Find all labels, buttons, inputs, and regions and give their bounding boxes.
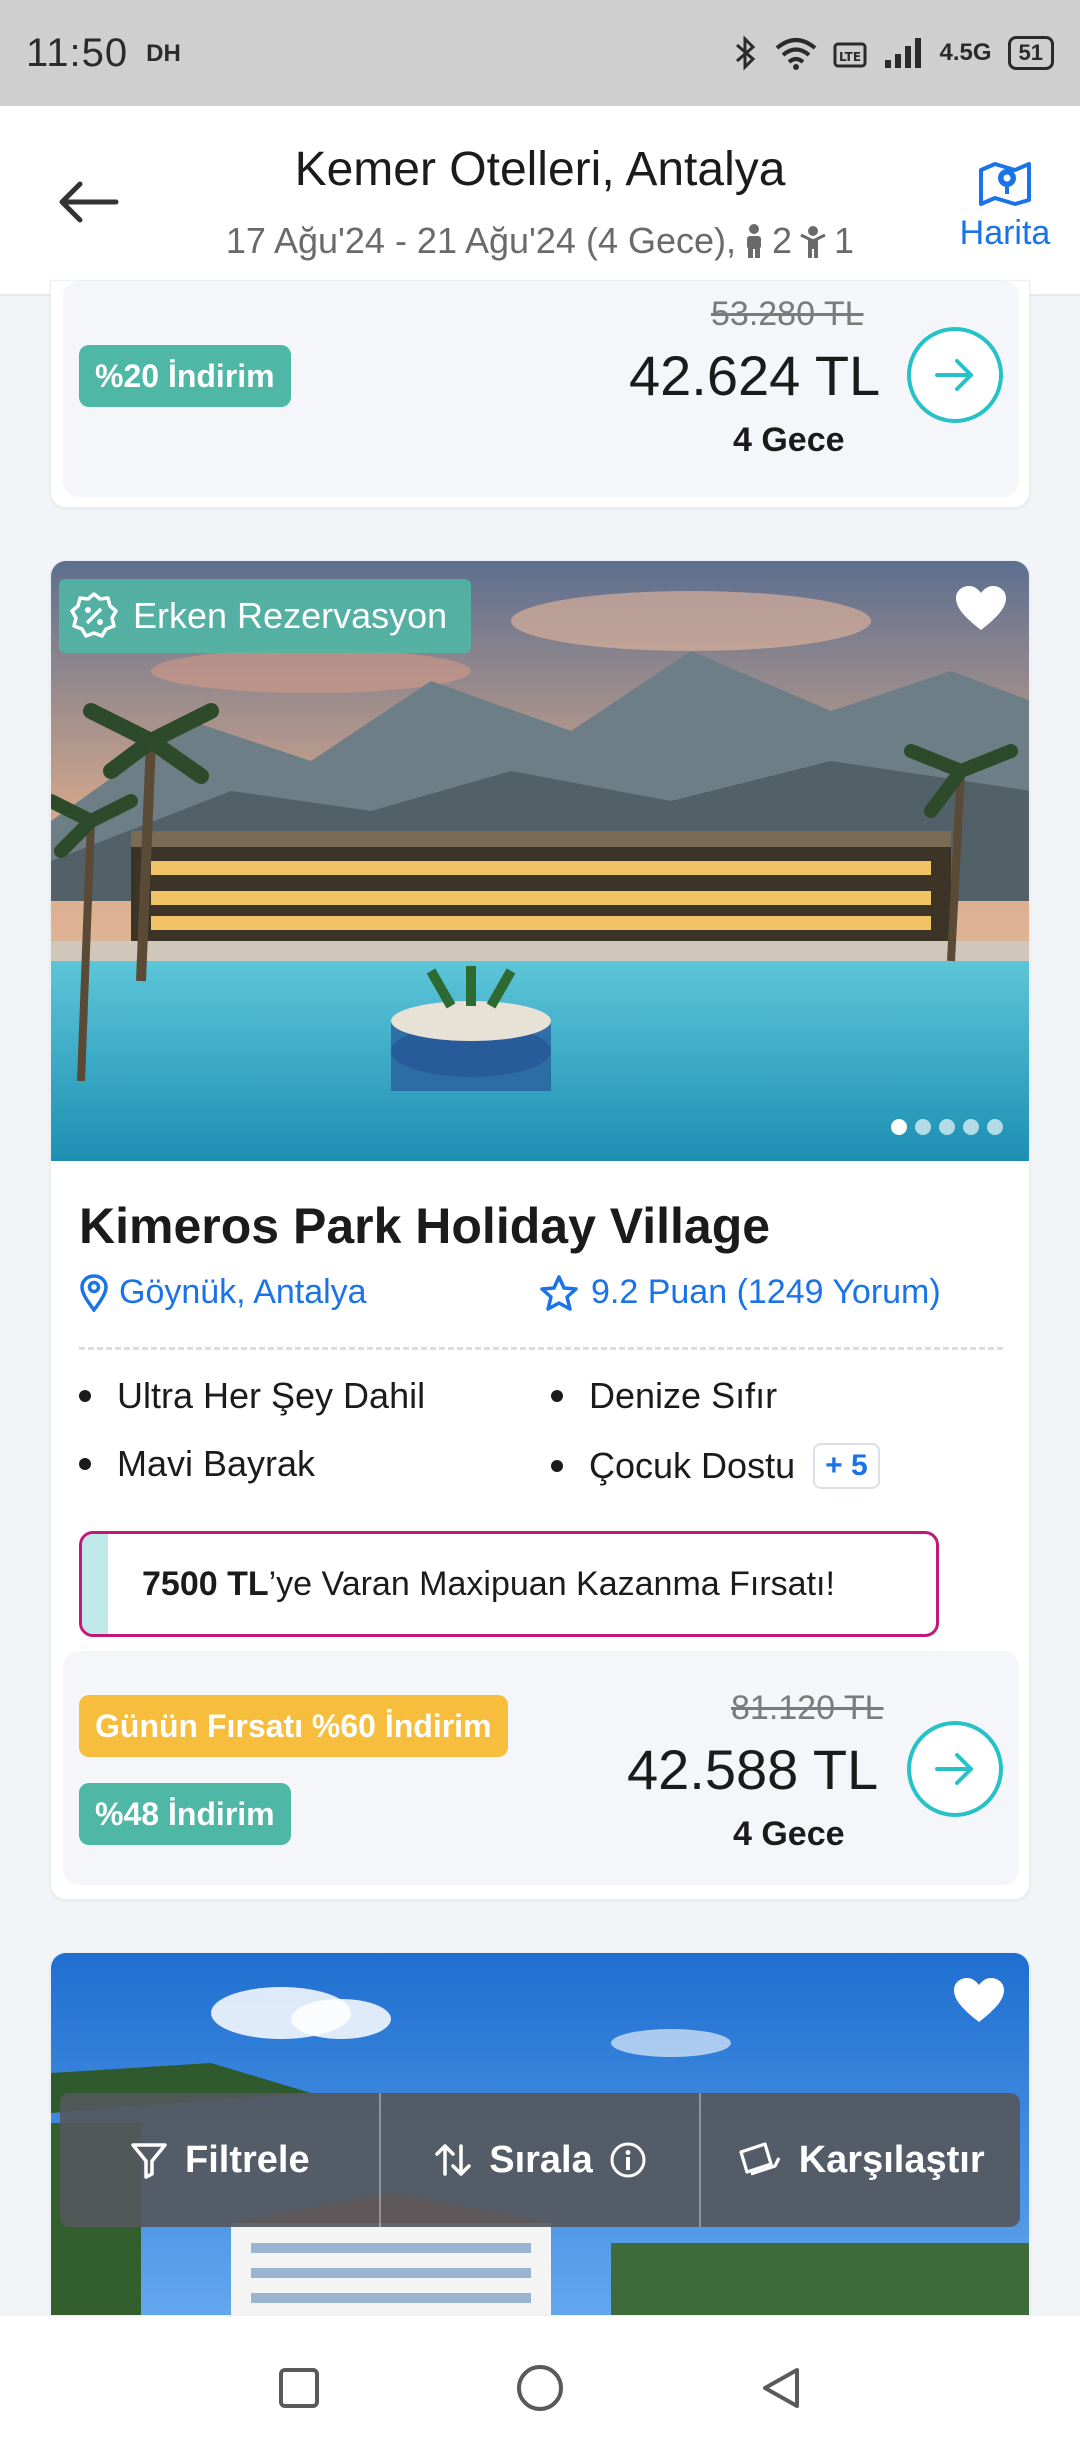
pagination-dot — [987, 1119, 1003, 1135]
bullet — [79, 1458, 91, 1470]
child-count: 1 — [834, 220, 855, 261]
hotel-rating[interactable]: 9.2 Puan (1249 Yorum) — [539, 1273, 941, 1312]
map-label: Harita — [959, 214, 1051, 252]
discount-badge: %20 İndirim — [79, 345, 291, 407]
feature-item: Ultra Her Şey Dahil — [79, 1375, 425, 1417]
favorite-button[interactable] — [951, 1975, 1007, 2030]
back-nav-icon[interactable] — [757, 2364, 805, 2412]
location-pin-icon — [80, 1273, 108, 1312]
pagination-dot — [939, 1119, 955, 1135]
sort-button[interactable]: Sırala — [381, 2093, 702, 2227]
feature-label: Çocuk Dostu — [589, 1445, 796, 1486]
battery-icon: 51 — [1007, 36, 1054, 70]
photo-pagination — [891, 1119, 1003, 1135]
search-summary[interactable]: 17 Ağu'24 - 21 Ağu'24 (4 Gece), 2 1 — [0, 220, 1080, 262]
compare-button[interactable]: Karşılaştır — [701, 2093, 1020, 2227]
deal-badge: Günün Fırsatı %60 İndirim — [79, 1695, 508, 1757]
filter-sort-bar: Filtrele Sırala Karşılaştır — [60, 2093, 1020, 2227]
hotel-name[interactable]: Kimeros Park Holiday Village — [79, 1197, 770, 1255]
date-range: 17 Ağu'24 - 21 Ağu'24 (4 Gece), — [225, 220, 737, 261]
map-icon — [979, 162, 1031, 206]
volte-icon: LTE — [833, 42, 867, 68]
bluetooth-icon — [736, 35, 756, 71]
hotel-card-previous: %20 İndirim 53.280 TL 42.624 TL 4 Gece — [50, 280, 1030, 508]
early-booking-badge: Erken Rezervasyon — [59, 579, 472, 653]
status-bar: 11:50 DH LTE 4.5G 51 — [0, 0, 1080, 106]
bullet — [551, 1460, 563, 1472]
wifi-icon — [776, 38, 817, 70]
filter-label: Filtrele — [185, 2138, 310, 2181]
divider — [79, 1347, 1003, 1350]
discount-badge: %48 İndirim — [79, 1783, 291, 1845]
star-icon — [540, 1274, 578, 1311]
compare-label: Karşılaştır — [798, 2138, 985, 2181]
compare-icon — [739, 2142, 781, 2176]
system-nav-bar — [0, 2316, 1080, 2460]
nights: 4 Gece — [733, 421, 845, 459]
maxipuan-text: 7500 TL’ye Varan Maxipuan Kazanma Fırsat… — [108, 1565, 835, 1604]
heart-icon — [954, 1978, 1004, 2022]
feature-item: Çocuk Dostu + 5 — [551, 1443, 880, 1489]
status-icons: LTE 4.5G 51 — [733, 35, 1054, 71]
arrow-right-icon — [935, 1753, 973, 1785]
page-title: Kemer Otelleri, Antalya — [294, 143, 786, 196]
maxipuan-banner[interactable]: 7500 TL’ye Varan Maxipuan Kazanma Fırsat… — [79, 1531, 939, 1637]
hotel-photo[interactable]: Erken Rezervasyon — [51, 561, 1029, 1161]
adult-count: 2 — [772, 220, 793, 261]
network-type: 4.5G — [939, 39, 992, 66]
location-label: Göynük, Antalya — [119, 1273, 367, 1311]
hotel-location[interactable]: Göynük, Antalya — [79, 1273, 367, 1312]
home-icon[interactable] — [514, 2362, 566, 2414]
child-icon — [800, 226, 826, 258]
hotel-card[interactable]: Erken Rezervasyon Kimeros Park Holiday V… — [50, 560, 1030, 1900]
feature-label: Ultra Her Şey Dahil — [117, 1375, 426, 1416]
feature-item: Mavi Bayrak — [79, 1443, 315, 1485]
sort-icon — [435, 2144, 471, 2176]
feature-item: Denize Sıfır — [551, 1375, 777, 1417]
bullet — [79, 1390, 91, 1402]
status-time: 11:50 — [26, 30, 129, 75]
more-features-button[interactable]: + 5 — [813, 1443, 880, 1489]
pagination-dot — [891, 1119, 907, 1135]
early-booking-label: Erken Rezervasyon — [133, 595, 448, 636]
recents-icon[interactable] — [275, 2364, 323, 2412]
svg-text:LTE: LTE — [839, 50, 861, 64]
signal-icon — [885, 38, 922, 68]
maxipuan-amount: 7500 TL — [142, 1564, 269, 1603]
sort-label: Sırala — [489, 2138, 593, 2181]
banner-accent — [82, 1534, 108, 1634]
status-carrier: DH — [146, 40, 181, 67]
pagination-dot — [963, 1119, 979, 1135]
adult-icon — [747, 224, 762, 258]
filter-icon — [131, 2143, 167, 2179]
nights: 4 Gece — [733, 1815, 845, 1853]
info-icon — [610, 2142, 646, 2178]
pagination-dot — [915, 1119, 931, 1135]
arrow-right-icon — [935, 359, 973, 391]
bullet — [551, 1390, 563, 1402]
feature-label: Denize Sıfır — [589, 1375, 778, 1416]
filter-button[interactable]: Filtrele — [60, 2093, 381, 2227]
app-header: Kemer Otelleri, Antalya 17 Ağu'24 - 21 A… — [0, 106, 1080, 296]
rating-label: 9.2 Puan (1249 Yorum) — [591, 1273, 941, 1311]
old-price: 81.120 TL — [731, 1689, 884, 1727]
maxipuan-message: ’ye Varan Maxipuan Kazanma Fırsatı! — [268, 1564, 835, 1603]
heart-icon — [956, 586, 1006, 630]
map-button[interactable]: Harita — [950, 158, 1060, 253]
price: 42.588 TL — [627, 1738, 879, 1801]
discount-seal-icon — [70, 592, 118, 638]
feature-label: Mavi Bayrak — [117, 1443, 316, 1484]
go-to-hotel-button[interactable] — [907, 327, 1003, 423]
price: 42.624 TL — [629, 344, 881, 407]
go-to-hotel-button[interactable] — [907, 1721, 1003, 1817]
old-price: 53.280 TL — [711, 295, 864, 333]
favorite-button[interactable] — [953, 583, 1009, 638]
